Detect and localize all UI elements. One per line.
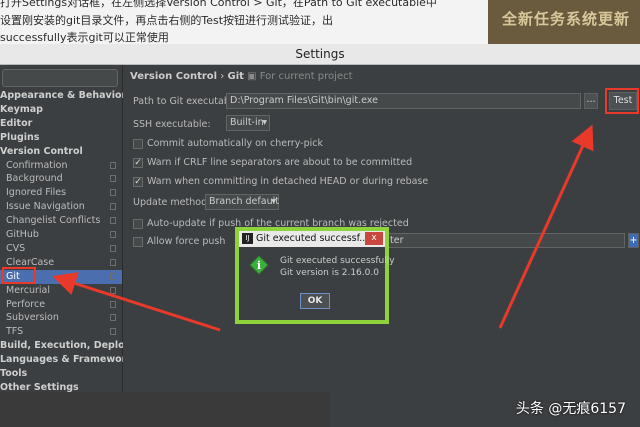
git-success-dialog: IJ Git executed successf... x i Git execu… bbox=[235, 227, 395, 324]
intellij-app-icon: IJ bbox=[242, 233, 253, 244]
dialog-message-2: Git version is 2.16.0.0 bbox=[280, 268, 379, 278]
close-icon[interactable]: x bbox=[365, 232, 383, 245]
background-taskbar bbox=[0, 392, 330, 427]
arrow-to-git-item bbox=[52, 272, 221, 332]
svg-text:i: i bbox=[257, 259, 261, 272]
dialog-message-1: Git executed successfully bbox=[280, 256, 395, 266]
watermark: 头条 @无痕6157 bbox=[515, 401, 626, 417]
dialog-title: Git executed successf... bbox=[256, 233, 369, 244]
ok-button[interactable]: OK bbox=[300, 293, 330, 309]
info-icon: i bbox=[249, 255, 269, 275]
dialog-title-bar: IJ Git executed successf... x bbox=[239, 231, 385, 247]
arrow-to-test-button bbox=[498, 124, 594, 329]
annotation-arrows bbox=[52, 124, 594, 332]
